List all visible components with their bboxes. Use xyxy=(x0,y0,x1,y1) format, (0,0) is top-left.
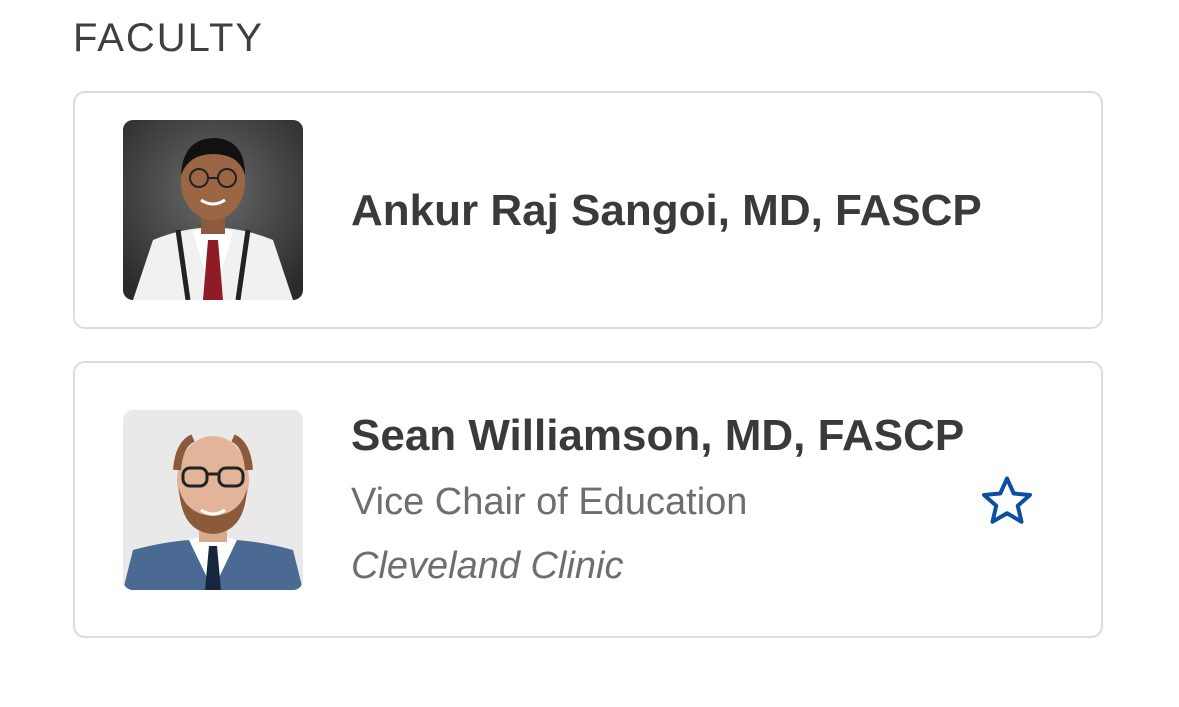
faculty-name: Ankur Raj Sangoi, MD, FASCP xyxy=(351,186,982,235)
faculty-card[interactable]: Sean Williamson, MD, FASCP Vice Chair of… xyxy=(73,361,1103,638)
faculty-name: Sean Williamson, MD, FASCP xyxy=(351,411,965,460)
avatar xyxy=(123,410,303,590)
faculty-organization: Cleveland Clinic xyxy=(351,545,624,587)
faculty-card[interactable]: Ankur Raj Sangoi, MD, FASCP xyxy=(73,91,1103,329)
star-outline-icon[interactable] xyxy=(977,472,1037,532)
faculty-page: FACULTY Ankur Raj Sangoi, MD, FASCP Sean… xyxy=(0,0,1179,707)
section-title: FACULTY xyxy=(73,16,265,60)
avatar xyxy=(123,120,303,300)
faculty-role: Vice Chair of Education xyxy=(351,481,748,523)
